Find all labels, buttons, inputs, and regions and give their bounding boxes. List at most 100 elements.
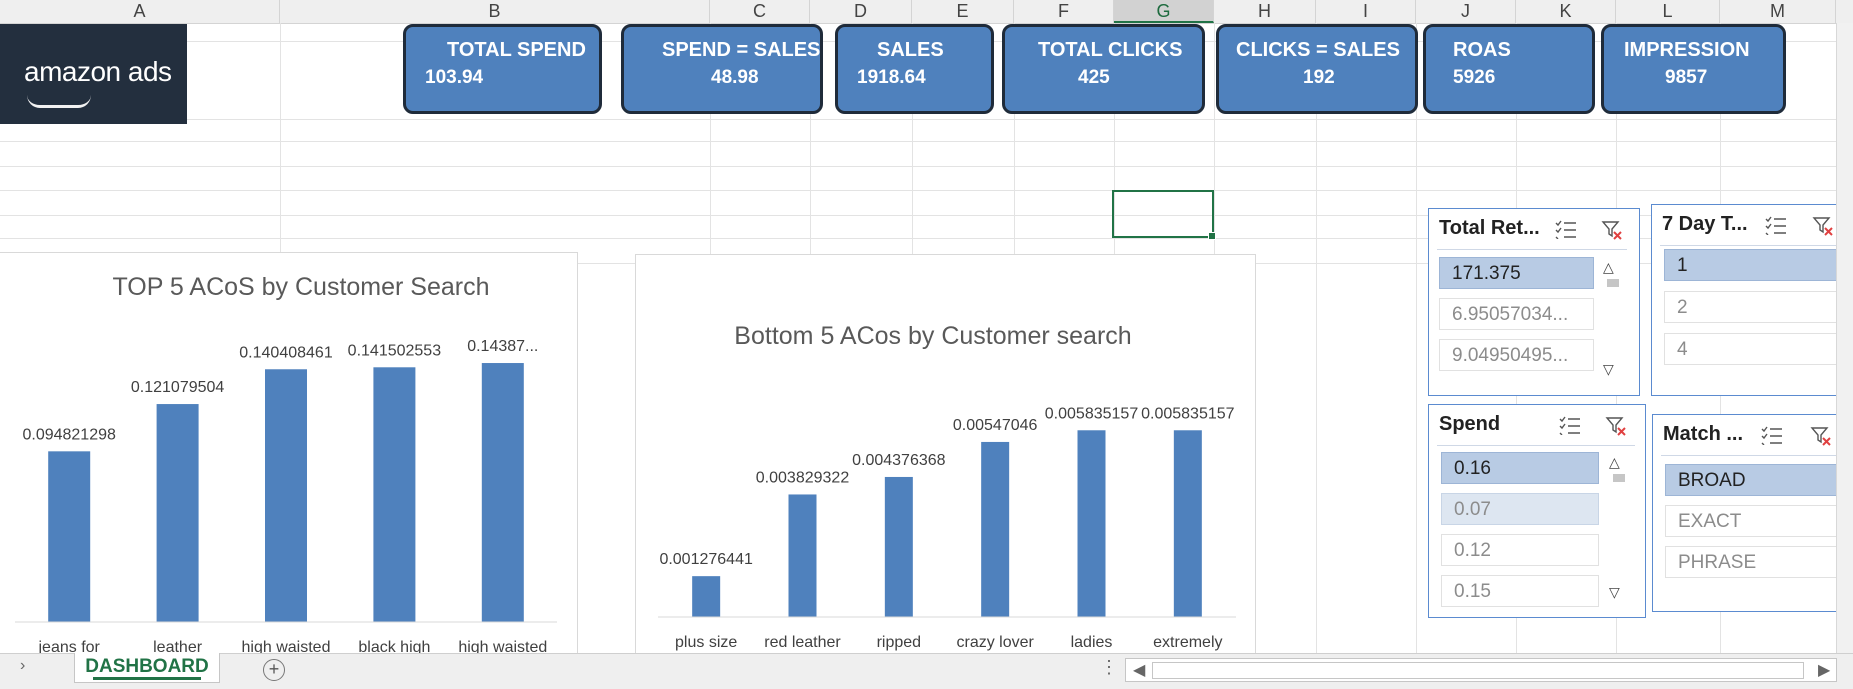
slicer-item[interactable]: 0.07 (1441, 493, 1599, 525)
slicer-item[interactable]: 171.375 (1439, 257, 1594, 289)
bottom5-acos-chart[interactable]: Bottom 5 ACos by Customer search 0.00127… (635, 254, 1256, 662)
bar (481, 363, 524, 622)
column-header-m[interactable]: M (1720, 0, 1836, 23)
logo-smile-icon (27, 95, 91, 108)
sheet-tab-dashboard[interactable]: DASHBOARD (74, 653, 220, 683)
column-header-d[interactable]: D (810, 0, 912, 23)
clear-filter-icon[interactable] (1810, 425, 1832, 447)
bar (48, 451, 91, 622)
slicer-title: Match ... (1663, 423, 1744, 445)
scroll-up-icon[interactable]: △ (1609, 454, 1620, 471)
slicer-item[interactable]: 0.12 (1441, 534, 1599, 566)
multi-select-icon[interactable] (1764, 215, 1788, 235)
multi-select-icon[interactable] (1760, 425, 1784, 445)
bar (373, 367, 416, 622)
clear-filter-icon[interactable] (1601, 219, 1623, 241)
slicer-item[interactable]: 6.95057034... (1439, 298, 1594, 330)
column-header-l[interactable]: L (1616, 0, 1720, 23)
scroll-left-icon[interactable]: ◀ (1133, 660, 1145, 680)
scroll-down-icon[interactable]: ▽ (1609, 584, 1620, 601)
horizontal-scroll-thumb[interactable] (1152, 662, 1804, 679)
kpi-title: ROAS (1453, 39, 1511, 61)
scroll-up-icon[interactable]: △ (1603, 259, 1614, 276)
slicer-item[interactable]: 4 (1664, 333, 1838, 365)
data-label: 0.121079504 (131, 379, 225, 396)
bottom5-acos-chart-svg: Bottom 5 ACos by Customer search 0.00127… (658, 322, 1236, 651)
column-header-f[interactable]: F (1014, 0, 1114, 23)
kpi-total-clicks[interactable]: TOTAL CLICKS 425 (1002, 24, 1205, 114)
kpi-roas[interactable]: ROAS 5926 (1423, 24, 1595, 114)
clear-filter-icon[interactable] (1605, 415, 1627, 437)
slicer-scrollbar[interactable]: △ ▽ (1601, 257, 1621, 383)
kpi-title: CLICKS = SALES (1236, 39, 1400, 61)
slicer-7-day[interactable]: 7 Day T... 1 2 4 (1651, 204, 1853, 396)
kpi-value: 425 (1078, 67, 1110, 88)
scroll-right-icon[interactable]: ▶ (1818, 660, 1830, 680)
kpi-total-spend[interactable]: TOTAL SPEND 103.94 (403, 24, 602, 114)
chart-title: Bottom 5 ACos by Customer search (734, 322, 1131, 350)
column-header-j[interactable]: J (1416, 0, 1516, 23)
slicer-item[interactable]: 1 (1664, 249, 1838, 281)
category-label: ripped (877, 634, 921, 651)
slicer-total-ret[interactable]: Total Ret... 171.375 6.95057034... 9.049… (1428, 208, 1640, 396)
multi-select-icon[interactable] (1558, 415, 1582, 435)
slicer-item[interactable]: BROAD (1665, 464, 1839, 496)
kpi-value: 5926 (1453, 67, 1496, 88)
multi-select-icon[interactable] (1554, 219, 1578, 239)
column-header-i[interactable]: I (1316, 0, 1416, 23)
slicer-title: Total Ret... (1439, 217, 1540, 239)
selected-cell[interactable] (1112, 190, 1216, 240)
horizontal-scrollbar[interactable]: ◀ ▶ (1125, 658, 1837, 682)
column-header-c[interactable]: C (710, 0, 810, 23)
kpi-title: TOTAL CLICKS (1038, 39, 1183, 61)
data-label: 0.141502553 (348, 342, 442, 359)
bar (981, 441, 1010, 617)
slicer-spend[interactable]: Spend 0.16 0.07 0.12 0.15 △ ▽ (1428, 404, 1646, 618)
add-sheet-button[interactable]: + (263, 659, 285, 681)
slicer-match-type[interactable]: Match ... BROAD EXACT PHRASE (1652, 414, 1853, 612)
data-label: 0.004376368 (852, 452, 946, 469)
scroll-down-icon[interactable]: ▽ (1603, 361, 1614, 378)
kpi-title: SALES (877, 39, 944, 61)
column-header-a[interactable]: A (0, 0, 280, 23)
column-header-g[interactable]: G (1114, 0, 1214, 23)
bar (1077, 430, 1106, 617)
slicer-item[interactable]: 0.15 (1441, 575, 1599, 607)
slicer-scrollbar[interactable]: △ ▽ (1607, 452, 1627, 606)
category-label: extremely (1153, 634, 1222, 651)
slicer-item[interactable]: 2 (1664, 291, 1838, 323)
bar (692, 576, 721, 617)
column-header-e[interactable]: E (912, 0, 1014, 23)
data-label: 0.005835157 (1141, 405, 1235, 422)
bar (1173, 430, 1202, 617)
slicer-item[interactable]: EXACT (1665, 505, 1839, 537)
slicer-item[interactable]: 9.04950495... (1439, 339, 1594, 371)
kpi-spend-sales[interactable]: SPEND = SALES 48.98 (621, 24, 823, 114)
column-header-k[interactable]: K (1516, 0, 1616, 23)
kpi-clicks-sales[interactable]: CLICKS = SALES 192 (1216, 24, 1418, 114)
top5-acos-chart-svg: TOP 5 ACoS by Customer Search 0.09482129… (15, 273, 557, 656)
kpi-title: TOTAL SPEND (447, 39, 586, 61)
slicer-item[interactable]: 0.16 (1441, 452, 1599, 484)
category-label: red leather (764, 634, 841, 651)
sheet-nav-left-icon[interactable]: › (20, 657, 25, 675)
data-label: 0.140408461 (239, 344, 333, 361)
tab-split-handle-icon[interactable]: ⋮ (1100, 657, 1118, 678)
bar (156, 404, 199, 622)
data-label: 0.094821298 (22, 426, 116, 443)
chart-title: TOP 5 ACoS by Customer Search (112, 273, 489, 301)
column-header-b[interactable]: B (280, 0, 710, 23)
kpi-sales[interactable]: SALES 1918.64 (835, 24, 994, 114)
category-label: ladies (1071, 634, 1113, 651)
clear-filter-icon[interactable] (1812, 215, 1834, 237)
column-header-h[interactable]: H (1214, 0, 1316, 23)
kpi-impression[interactable]: IMPRESSION 9857 (1601, 24, 1786, 114)
data-label: 0.14387... (467, 338, 538, 355)
bar (788, 494, 817, 617)
kpi-value: 1918.64 (857, 67, 926, 88)
vertical-scrollbar[interactable] (1836, 23, 1853, 653)
amazon-ads-logo: amazon ads (0, 24, 187, 124)
top5-acos-chart[interactable]: TOP 5 ACoS by Customer Search 0.09482129… (0, 252, 578, 662)
kpi-title: IMPRESSION (1624, 39, 1750, 61)
slicer-item[interactable]: PHRASE (1665, 546, 1839, 578)
